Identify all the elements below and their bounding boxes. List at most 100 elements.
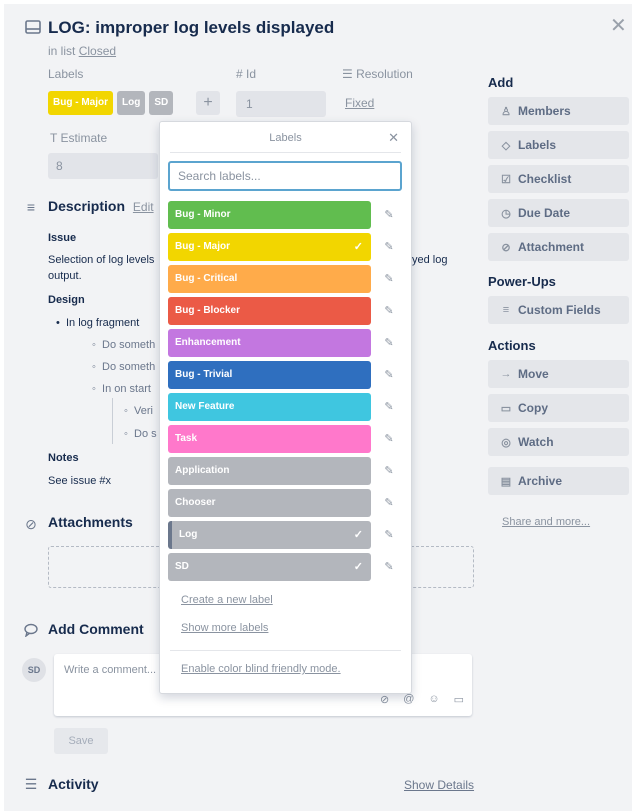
label-option-name: Bug - Trivial xyxy=(175,369,233,380)
sub-sub-bullet-text: Veri xyxy=(134,405,153,417)
pencil-icon[interactable]: ✎ xyxy=(382,464,396,477)
notes-text: See issue #x xyxy=(48,475,111,487)
pencil-icon[interactable]: ✎ xyxy=(382,304,396,317)
activity-icon: ☰ xyxy=(24,776,38,792)
checkmark-icon: ✓ xyxy=(353,529,363,541)
resolution-value[interactable]: Fixed xyxy=(345,96,374,110)
checklist-button[interactable]: ☑ Checklist xyxy=(488,165,629,193)
comment-icon xyxy=(22,623,40,640)
labels-field-title: Labels xyxy=(48,67,84,81)
copy-button[interactable]: ▭ Copy xyxy=(488,394,629,422)
watch-button[interactable]: ◎ Watch xyxy=(488,428,629,456)
description-icon: ≡ xyxy=(26,199,36,215)
label-option[interactable]: Bug - Minor xyxy=(168,201,371,229)
pencil-icon[interactable]: ✎ xyxy=(382,400,396,413)
archive-icon: ▤ xyxy=(500,475,512,488)
arrow-icon: → xyxy=(500,368,512,380)
show-details-link[interactable]: Show Details xyxy=(404,778,474,792)
label-option[interactable]: Bug - Trivial xyxy=(168,361,371,389)
colorblind-mode-link[interactable]: Enable color blind friendly mode. xyxy=(181,663,341,675)
attachments-heading: Attachments xyxy=(48,514,133,530)
custom-fields-button[interactable]: ≡ Custom Fields xyxy=(488,296,629,324)
pencil-icon[interactable]: ✎ xyxy=(382,336,396,349)
description-edit-link[interactable]: Edit xyxy=(133,200,154,214)
pencil-icon[interactable]: ✎ xyxy=(382,272,396,285)
labels-popover: Labels ✕ Search labels... Bug - Minor ✎ Bu… xyxy=(159,121,412,694)
issue-text-line1-end: yed log xyxy=(412,254,448,266)
card-label-chip[interactable]: SD xyxy=(149,91,174,115)
eye-icon: ◎ xyxy=(501,436,511,449)
label-option[interactable]: Bug - Blocker xyxy=(168,297,371,325)
sub-bullet-item: ◦ Do someth xyxy=(92,361,156,373)
actions-heading: Actions xyxy=(488,338,536,353)
label-option[interactable]: Chooser xyxy=(168,489,371,517)
card-icon[interactable]: ▭ xyxy=(454,693,464,706)
sub-bullet-text: Do someth xyxy=(102,339,156,351)
estimate-title-text: Estimate xyxy=(60,131,108,145)
attachment-button[interactable]: ⊘ Attachment xyxy=(488,233,629,261)
checklist-label: Checklist xyxy=(518,172,572,186)
label-option[interactable]: Bug - Critical xyxy=(168,265,371,293)
watch-label: Watch xyxy=(518,435,554,449)
label-option-name: Task xyxy=(175,433,198,444)
copy-label: Copy xyxy=(518,401,548,415)
add-comment-heading: Add Comment xyxy=(48,621,144,637)
members-button[interactable]: ♙ Members xyxy=(488,97,629,125)
pencil-icon[interactable]: ✎ xyxy=(382,368,396,381)
notes-heading: Notes xyxy=(48,452,79,464)
share-link[interactable]: Share and more... xyxy=(502,516,590,528)
pencil-icon[interactable]: ✎ xyxy=(382,528,396,541)
card-labels-list: Bug - Major Log SD xyxy=(48,91,174,115)
sub-bullet-text: In on start xyxy=(102,383,151,395)
pencil-icon[interactable]: ✎ xyxy=(382,208,396,221)
card-label-chip[interactable]: Bug - Major xyxy=(48,91,113,115)
label-search-input[interactable]: Search labels... xyxy=(168,161,402,191)
id-value-field[interactable]: 1 xyxy=(236,91,326,117)
pencil-icon[interactable]: ✎ xyxy=(382,240,396,253)
checkmark-icon: ✓ xyxy=(353,561,363,573)
design-heading: Design xyxy=(48,294,85,306)
add-label-button[interactable]: + xyxy=(196,91,220,115)
pencil-icon[interactable]: ✎ xyxy=(382,496,396,509)
copy-icon: ▭ xyxy=(500,402,512,415)
due-date-button[interactable]: ◷ Due Date xyxy=(488,199,629,227)
label-option[interactable]: SD ✓ xyxy=(168,553,371,581)
text-t-icon: T xyxy=(50,131,61,145)
emoji-icon[interactable]: ☺ xyxy=(428,693,439,706)
paperclip-icon[interactable]: ⊘ xyxy=(380,693,389,706)
comment-placeholder: Write a comment... xyxy=(64,664,157,676)
card-icon xyxy=(24,18,42,36)
save-button[interactable]: Save xyxy=(54,728,108,754)
estimate-value-field[interactable]: 8 xyxy=(48,153,158,179)
quote-bar xyxy=(112,398,113,444)
label-option-name: Enhancement xyxy=(175,337,241,348)
label-option[interactable]: Task xyxy=(168,425,371,453)
label-option[interactable]: Application xyxy=(168,457,371,485)
create-label-link[interactable]: Create a new label xyxy=(181,594,273,606)
issue-heading: Issue xyxy=(48,232,77,244)
avatar[interactable]: SD xyxy=(22,658,46,682)
mention-icon[interactable]: @ xyxy=(403,693,414,706)
label-option[interactable]: New Feature xyxy=(168,393,371,421)
list-link[interactable]: Closed xyxy=(79,44,116,58)
label-option[interactable]: Enhancement xyxy=(168,329,371,357)
label-option[interactable]: Log ✓ xyxy=(168,521,371,549)
close-icon[interactable]: ✕ xyxy=(610,16,627,36)
fields-icon: ≡ xyxy=(502,304,510,316)
label-option-name: Bug - Major xyxy=(175,241,230,252)
show-more-labels-link[interactable]: Show more labels xyxy=(181,622,268,634)
label-option-name: SD xyxy=(175,561,189,572)
comment-toolbar: ⊘ @ ☺ ▭ xyxy=(380,693,464,706)
labels-button[interactable]: ◇ Labels xyxy=(488,131,629,159)
label-option[interactable]: Bug - Major ✓ xyxy=(168,233,371,261)
pencil-icon[interactable]: ✎ xyxy=(382,432,396,445)
archive-button[interactable]: ▤ Archive xyxy=(488,467,629,495)
label-option-name: New Feature xyxy=(175,401,235,412)
move-button[interactable]: → Move xyxy=(488,360,629,388)
pencil-icon[interactable]: ✎ xyxy=(382,560,396,573)
label-option-name: Bug - Minor xyxy=(175,209,231,220)
card-label-chip[interactable]: Log xyxy=(117,91,146,115)
labels-label: Labels xyxy=(518,138,557,152)
card-title[interactable]: LOG: improper log levels displayed xyxy=(48,18,334,38)
close-icon[interactable]: ✕ xyxy=(388,130,399,146)
